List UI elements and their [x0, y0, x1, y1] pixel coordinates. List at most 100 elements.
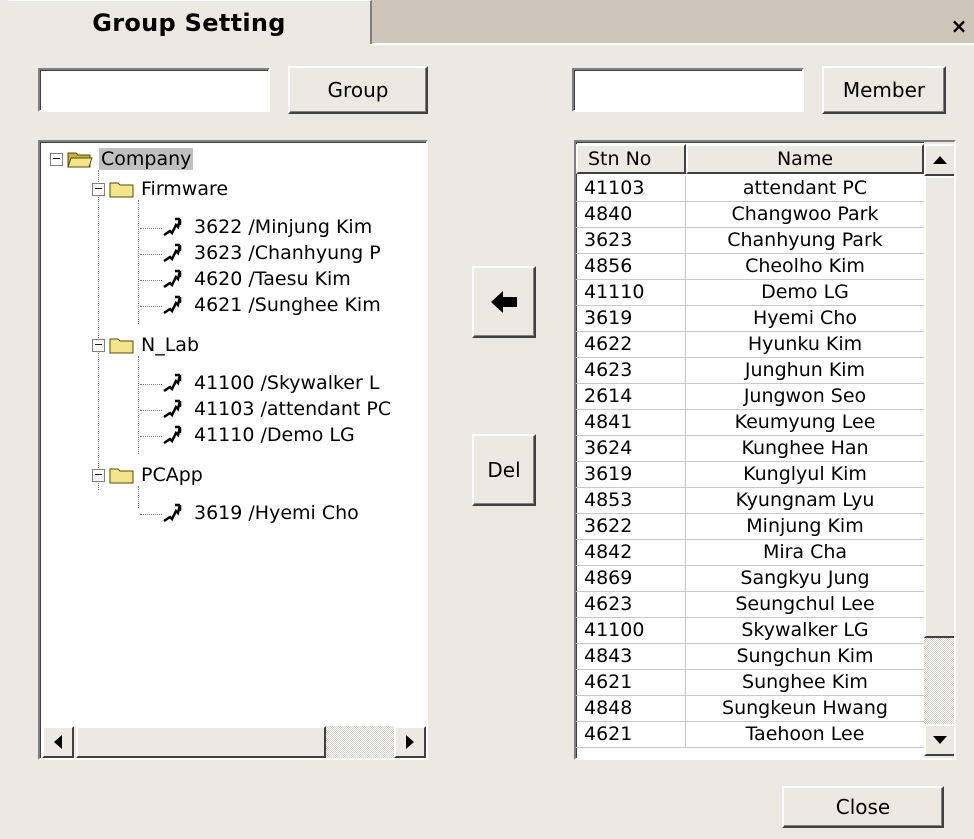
scroll-down-button[interactable]	[924, 724, 954, 756]
name-cell: Jungwon Seo	[743, 385, 867, 407]
stn-no-cell: 4869	[576, 566, 686, 591]
chevron-right-icon	[406, 735, 414, 749]
tree-connector	[140, 514, 162, 515]
tree-node-member[interactable]: 41100 /Skywalker L	[162, 370, 379, 396]
column-header-name[interactable]: Name	[686, 144, 924, 174]
name-cell: Skywalker LG	[741, 619, 869, 641]
name-cell: Kunglyul Kim	[743, 463, 867, 485]
stn-no-cell: 4841	[576, 410, 686, 435]
tree-node-member[interactable]: 3622 /Minjung Kim	[162, 214, 372, 240]
table-row[interactable]: 3619 Hyemi Cho	[576, 306, 924, 332]
scroll-thumb[interactable]	[924, 176, 954, 638]
tree-node-label: 4621 /Sunghee Kim	[194, 294, 381, 316]
tree-connector	[138, 486, 139, 508]
collapse-icon[interactable]: −	[92, 182, 105, 196]
tree-node-root[interactable]: − Company	[50, 146, 194, 172]
table-row[interactable]: 4840 Changwoo Park	[576, 202, 924, 228]
table-row[interactable]: 4843 Sungchun Kim	[576, 644, 924, 670]
table-row[interactable]: 4623 Junghun Kim	[576, 358, 924, 384]
table-row[interactable]: 4621 Sunghee Kim	[576, 670, 924, 696]
stn-no-cell: 3619	[576, 306, 686, 331]
member-list[interactable]: Stn No Name 41103 attendant PC 4840 Changw…	[574, 140, 956, 760]
name-cell: Chanhyung Park	[727, 229, 883, 251]
name-cell: Keumyung Lee	[734, 411, 876, 433]
member-list-vertical-scrollbar[interactable]	[924, 142, 954, 758]
table-row[interactable]: 4848 Sungkeun Hwang	[576, 696, 924, 722]
name-cell: Taehoon Lee	[745, 723, 865, 745]
table-row[interactable]: 4621 Taehoon Lee	[576, 722, 924, 748]
name-cell: Kunghee Han	[741, 437, 869, 459]
scroll-track[interactable]	[326, 726, 394, 758]
tree-horizontal-scrollbar[interactable]	[42, 726, 426, 758]
table-row[interactable]: 3623 Chanhyung Park	[576, 228, 924, 254]
stn-no-cell: 4853	[576, 488, 686, 513]
scroll-up-button[interactable]	[924, 144, 954, 176]
extension-icon	[163, 295, 182, 315]
table-row[interactable]: 4841 Keumyung Lee	[576, 410, 924, 436]
table-row[interactable]: 4869 Sangkyu Jung	[576, 566, 924, 592]
tab-divider	[372, 43, 974, 45]
stn-no-cell: 4848	[576, 696, 686, 721]
collapse-icon[interactable]: −	[92, 468, 105, 482]
group-search-input[interactable]	[38, 68, 270, 112]
table-row[interactable]: 41100 Skywalker LG	[576, 618, 924, 644]
chevron-down-icon	[933, 736, 947, 744]
column-header-stn-no[interactable]: Stn No	[576, 144, 686, 174]
close-button[interactable]: Close	[782, 786, 944, 828]
table-row[interactable]: 2614 Jungwon Seo	[576, 384, 924, 410]
table-row[interactable]: 3619 Kunglyul Kim	[576, 462, 924, 488]
tree-connector	[98, 170, 99, 490]
tree-node-member[interactable]: 41103 /attendant PC	[162, 396, 391, 422]
tree-node-member[interactable]: 41110 /Demo LG	[162, 422, 355, 448]
tree-node-label: 3622 /Minjung Kim	[194, 216, 373, 238]
stn-no-cell: 41100	[576, 618, 686, 643]
table-row[interactable]: 41103 attendant PC	[576, 176, 924, 202]
tree-node-group[interactable]: − N_Lab	[92, 332, 199, 358]
tree-node-member[interactable]: 3623 /Chanhyung P	[162, 240, 381, 266]
tab-group-setting[interactable]: Group Setting	[8, 0, 372, 44]
stn-no-cell: 3619	[576, 462, 686, 487]
tree-connector	[140, 228, 162, 229]
stn-no-cell: 4840	[576, 202, 686, 227]
tree-node-member[interactable]: 3619 /Hyemi Cho	[162, 500, 359, 526]
tree-connector	[140, 410, 162, 411]
member-search-input[interactable]	[572, 68, 804, 112]
tree-node-group[interactable]: − PCApp	[92, 462, 203, 488]
tree-connector	[140, 280, 162, 281]
name-cell: attendant PC	[742, 177, 868, 199]
tree-node-label: 41110 /Demo LG	[194, 424, 355, 446]
tree-node-member[interactable]: 4621 /Sunghee Kim	[162, 292, 381, 318]
scroll-thumb[interactable]	[76, 726, 326, 758]
delete-button[interactable]: Del	[472, 434, 536, 506]
table-row[interactable]: 4842 Mira Cha	[576, 540, 924, 566]
collapse-icon[interactable]: −	[92, 338, 105, 352]
extension-icon	[163, 269, 182, 289]
collapse-icon[interactable]: −	[50, 152, 63, 166]
scroll-right-button[interactable]	[394, 726, 426, 758]
scroll-track[interactable]	[924, 638, 954, 724]
tree-node-group[interactable]: − Firmware	[92, 176, 228, 202]
member-button[interactable]: Member	[822, 66, 946, 114]
name-cell: Sunghee Kim	[742, 671, 868, 693]
group-tree[interactable]: − Company − Firmware 3622 /Minjung Kim 3…	[38, 140, 428, 760]
table-row[interactable]: 4622 Hyunku Kim	[576, 332, 924, 358]
stn-no-cell: 4623	[576, 358, 686, 383]
extension-icon	[163, 217, 182, 237]
tree-connector	[140, 384, 162, 385]
close-icon[interactable]: ×	[948, 14, 970, 38]
table-row[interactable]: 3624 Kunghee Han	[576, 436, 924, 462]
tree-node-member[interactable]: 4620 /Taesu Kim	[162, 266, 351, 292]
extension-icon	[163, 425, 182, 445]
stn-no-cell: 4842	[576, 540, 686, 565]
table-row[interactable]: 3622 Minjung Kim	[576, 514, 924, 540]
table-row[interactable]: 41110 Demo LG	[576, 280, 924, 306]
stn-no-cell: 3623	[576, 228, 686, 253]
table-row[interactable]: 4856 Cheolho Kim	[576, 254, 924, 280]
table-row[interactable]: 4623 Seungchul Lee	[576, 592, 924, 618]
group-button[interactable]: Group	[288, 66, 428, 114]
table-row[interactable]: 4853 Kyungnam Lyu	[576, 488, 924, 514]
scroll-left-button[interactable]	[42, 726, 74, 758]
name-cell: Sungkeun Hwang	[722, 697, 888, 719]
add-member-button[interactable]	[472, 266, 536, 338]
member-rows: 41103 attendant PC 4840 Changwoo Park 3623…	[576, 176, 924, 748]
